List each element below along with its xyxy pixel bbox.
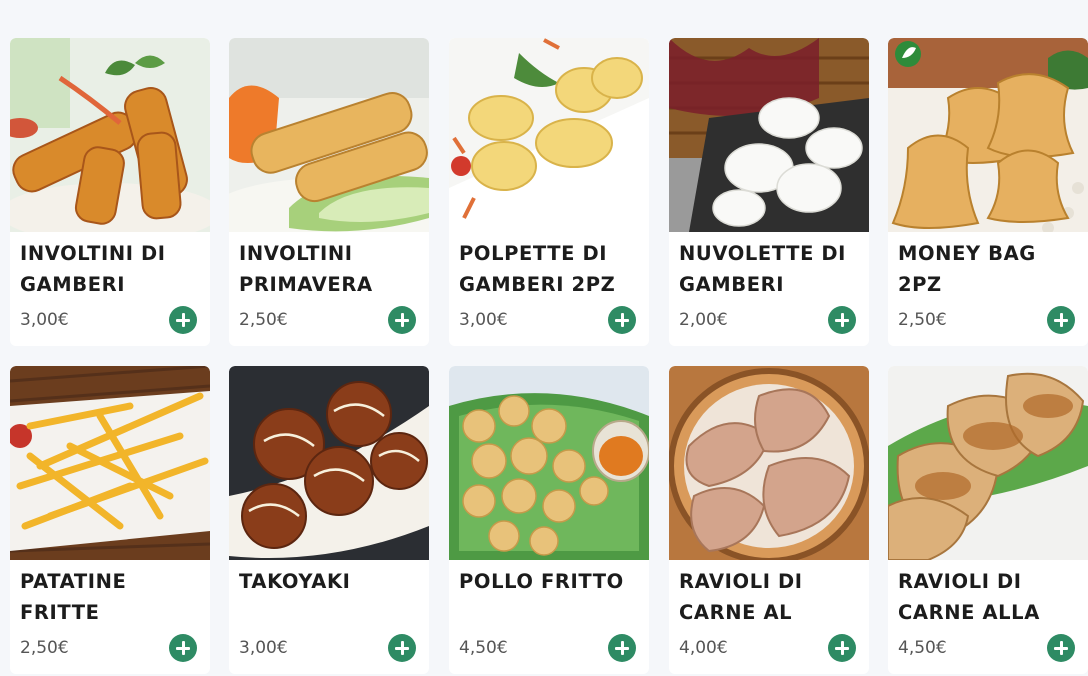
add-to-cart-button[interactable] (1047, 634, 1075, 662)
food-photo-ravioli-di-carne-alla-piastra[interactable] (888, 366, 1088, 560)
menu-item-card[interactable]: INVOLTINI DI GAMBERI 3,00€ (10, 38, 210, 346)
food-photo-involtini-di-gamberi[interactable] (10, 38, 210, 232)
add-to-cart-button[interactable] (608, 306, 636, 334)
item-price: 4,00€ (679, 638, 728, 658)
item-price: 3,00€ (459, 310, 508, 330)
item-price: 3,00€ (20, 310, 69, 330)
food-photo-polpette-di-gamberi[interactable] (449, 38, 649, 232)
add-to-cart-button[interactable] (169, 306, 197, 334)
menu-item-card[interactable]: PATATINE FRITTE 2,50€ (10, 366, 210, 674)
item-name: NUVOLETTE DI GAMBERI (679, 242, 847, 296)
menu-item-card[interactable]: RAVIOLI DI CARNE AL 4,00€ (669, 366, 869, 674)
menu-item-card[interactable]: INVOLTINI PRIMAVERA 2,50€ (229, 38, 429, 346)
item-name: INVOLTINI PRIMAVERA (239, 242, 373, 296)
item-name: PATATINE FRITTE (20, 570, 127, 624)
item-name: POLPETTE DI GAMBERI 2PZ (459, 242, 616, 296)
item-price: 2,00€ (679, 310, 728, 330)
food-photo-involtini-primavera[interactable] (229, 38, 429, 232)
food-photo-ravioli-di-carne-al-vapore[interactable] (669, 366, 869, 560)
add-to-cart-button[interactable] (608, 634, 636, 662)
item-name: MONEY BAG 2PZ (898, 242, 1036, 296)
item-name: TAKOYAKI (239, 570, 351, 593)
add-to-cart-button[interactable] (388, 634, 416, 662)
add-to-cart-button[interactable] (828, 634, 856, 662)
food-photo-patatine-fritte[interactable] (10, 366, 210, 560)
menu-item-card[interactable]: NUVOLETTE DI GAMBERI 2,00€ (669, 38, 869, 346)
menu-item-card[interactable]: POLPETTE DI GAMBERI 2PZ 3,00€ (449, 38, 649, 346)
item-price: 4,50€ (898, 638, 947, 658)
item-name: POLLO FRITTO (459, 570, 624, 593)
item-price: 2,50€ (239, 310, 288, 330)
item-price: 4,50€ (459, 638, 508, 658)
item-name: RAVIOLI DI CARNE AL (679, 570, 803, 624)
food-photo-pollo-fritto[interactable] (449, 366, 649, 560)
item-name: INVOLTINI DI GAMBERI (20, 242, 166, 296)
item-name: RAVIOLI DI CARNE ALLA (898, 570, 1040, 624)
item-price: 3,00€ (239, 638, 288, 658)
add-to-cart-button[interactable] (169, 634, 197, 662)
item-price: 2,50€ (898, 310, 947, 330)
add-to-cart-button[interactable] (828, 306, 856, 334)
food-photo-nuvolette-di-gamberi[interactable] (669, 38, 869, 232)
menu-item-card[interactable]: RAVIOLI DI CARNE ALLA 4,50€ (888, 366, 1088, 674)
menu-item-card[interactable]: MONEY BAG 2PZ 2,50€ (888, 38, 1088, 346)
menu-item-card[interactable]: TAKOYAKI 3,00€ (229, 366, 429, 674)
item-price: 2,50€ (20, 638, 69, 658)
food-photo-takoyaki[interactable] (229, 366, 429, 560)
add-to-cart-button[interactable] (388, 306, 416, 334)
menu-item-card[interactable]: POLLO FRITTO 4,50€ (449, 366, 649, 674)
food-photo-money-bag[interactable] (888, 38, 1088, 232)
add-to-cart-button[interactable] (1047, 306, 1075, 334)
menu-grid: INVOLTINI DI GAMBERI 3,00€ INVOLTINI PRI… (10, 38, 1088, 676)
